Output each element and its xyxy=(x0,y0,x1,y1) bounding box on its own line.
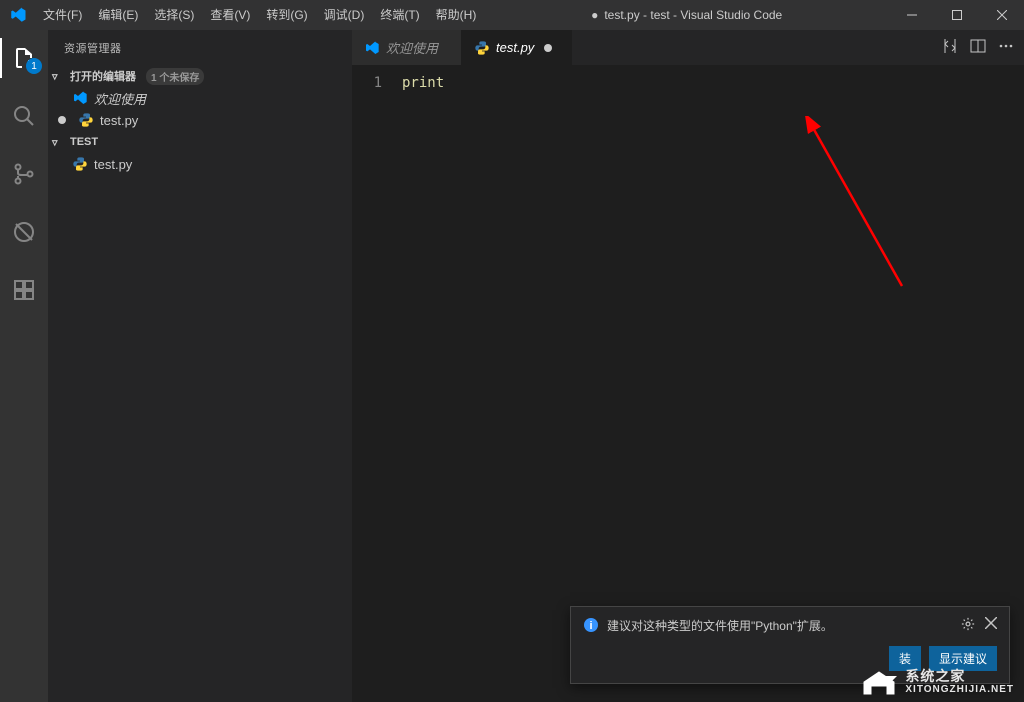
vscode-icon xyxy=(364,40,380,56)
explorer-badge: 1 xyxy=(26,58,42,74)
editor-code[interactable]: print xyxy=(402,71,444,702)
more-icon[interactable] xyxy=(998,38,1014,57)
editor-tabs: 欢迎使用 test.py xyxy=(352,30,1024,65)
activity-explorer[interactable]: 1 xyxy=(0,38,48,78)
compare-icon[interactable] xyxy=(942,38,958,57)
extensions-icon xyxy=(12,278,36,302)
folder-name: TEST xyxy=(70,136,98,148)
notification-message: 建议对这种类型的文件使用"Python"扩展。 xyxy=(607,617,953,635)
menu-selection[interactable]: 选择(S) xyxy=(146,0,202,30)
title-bar: 文件(F) 编辑(E) 选择(S) 查看(V) 转到(G) 调试(D) 终端(T… xyxy=(0,0,1024,30)
vscode-icon xyxy=(72,90,88,106)
editor-actions xyxy=(932,30,1024,65)
open-editor-welcome[interactable]: 欢迎使用 xyxy=(48,87,352,109)
watermark-logo-icon xyxy=(859,668,899,696)
line-number: 1 xyxy=(352,75,382,91)
chevron-down-icon: ▿ xyxy=(52,136,66,149)
split-editor-icon[interactable] xyxy=(970,38,986,57)
activity-bar: 1 xyxy=(0,30,48,702)
svg-text:i: i xyxy=(589,620,592,632)
search-icon xyxy=(12,104,36,128)
open-editor-testpy[interactable]: test.py xyxy=(48,109,352,131)
tab-welcome[interactable]: 欢迎使用 xyxy=(352,30,462,65)
watermark-text-1: 系统之家 xyxy=(905,669,1014,684)
sidebar-title: 资源管理器 xyxy=(48,30,352,65)
maximize-button[interactable] xyxy=(934,0,979,30)
activity-scm[interactable] xyxy=(0,154,48,194)
menu-debug[interactable]: 调试(D) xyxy=(316,0,373,30)
watermark-text-2: XITONGZHIJIA.NET xyxy=(905,684,1014,695)
chevron-down-icon: ▿ xyxy=(52,70,66,83)
open-editors-header[interactable]: ▿ 打开的编辑器 1 个未保存 xyxy=(48,65,352,87)
tab-testpy[interactable]: test.py xyxy=(462,30,572,65)
activity-search[interactable] xyxy=(0,96,48,136)
menu-bar: 文件(F) 编辑(E) 选择(S) 查看(V) 转到(G) 调试(D) 终端(T… xyxy=(35,0,484,30)
modified-dot: ● xyxy=(591,8,598,22)
open-editor-label: 欢迎使用 xyxy=(94,89,146,108)
open-editors-label: 打开的编辑器 xyxy=(70,68,136,84)
close-button[interactable] xyxy=(979,0,1024,30)
window-controls xyxy=(889,0,1024,30)
menu-edit[interactable]: 编辑(E) xyxy=(90,0,146,30)
open-editor-label: test.py xyxy=(100,113,138,128)
python-icon xyxy=(72,156,88,172)
window-title: ● test.py - test - Visual Studio Code xyxy=(484,8,889,22)
python-icon xyxy=(78,112,94,128)
gear-icon[interactable] xyxy=(961,617,975,634)
menu-file[interactable]: 文件(F) xyxy=(35,0,90,30)
modified-dot-icon xyxy=(544,44,552,52)
unsaved-badge: 1 个未保存 xyxy=(146,68,204,85)
folder-header[interactable]: ▿ TEST xyxy=(48,131,352,153)
modified-dot-icon xyxy=(58,116,66,124)
menu-view[interactable]: 查看(V) xyxy=(202,0,258,30)
vscode-logo xyxy=(0,6,35,24)
tab-label: test.py xyxy=(496,40,534,55)
bug-icon xyxy=(12,220,36,244)
watermark: 系统之家 XITONGZHIJIA.NET xyxy=(859,668,1014,696)
minimize-button[interactable] xyxy=(889,0,934,30)
line-gutter: 1 xyxy=(352,71,402,702)
file-label: test.py xyxy=(94,157,132,172)
window-title-text: test.py - test - Visual Studio Code xyxy=(604,8,782,22)
menu-go[interactable]: 转到(G) xyxy=(258,0,315,30)
close-icon[interactable] xyxy=(985,617,997,634)
file-testpy[interactable]: test.py xyxy=(48,153,352,175)
info-icon: i xyxy=(583,617,599,636)
editor-area: 欢迎使用 test.py xyxy=(352,30,1024,702)
python-icon xyxy=(474,40,490,56)
menu-terminal[interactable]: 终端(T) xyxy=(372,0,427,30)
activity-extensions[interactable] xyxy=(0,270,48,310)
code-line: print xyxy=(402,75,444,91)
activity-debug[interactable] xyxy=(0,212,48,252)
tab-label: 欢迎使用 xyxy=(386,38,438,57)
menu-help[interactable]: 帮助(H) xyxy=(428,0,485,30)
source-control-icon xyxy=(12,162,36,186)
sidebar-explorer: 资源管理器 ▿ 打开的编辑器 1 个未保存 欢迎使用 test.py ▿ TES… xyxy=(48,30,352,702)
